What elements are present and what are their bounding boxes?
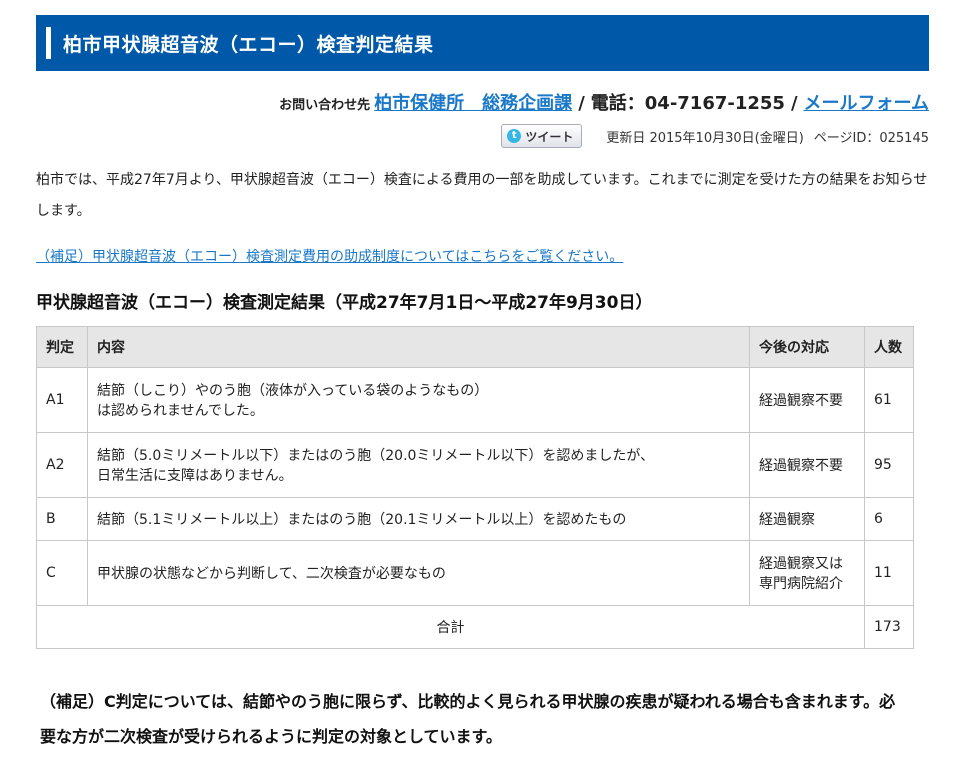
table-row: B 結節（5.1ミリメートル以上）またはのう胞（20.1ミリメートル以上）を認め… — [36, 497, 914, 541]
cell-response: 経過観察不要 — [749, 367, 865, 433]
cell-judgment: B — [36, 497, 88, 541]
page-meta: t ツイート 更新日 2015年10月30日(金曜日) ページID：025145 — [501, 122, 929, 150]
contact-separator: / — [578, 93, 585, 114]
cell-response: 経過観察不要 — [749, 432, 865, 498]
cell-content: 結節（5.1ミリメートル以上）またはのう胞（20.1ミリメートル以上）を認めたも… — [87, 497, 750, 541]
cell-judgment: C — [36, 540, 88, 606]
intro-text: 柏市では、平成27年7月より、甲状腺超音波（エコー）検査による費用の一部を助成し… — [36, 172, 928, 219]
col-content: 内容 — [87, 326, 750, 368]
contact-label: お問い合わせ先 — [279, 98, 371, 113]
updated-date: 更新日 2015年10月30日(金曜日) — [606, 130, 804, 146]
results-heading: 甲状腺超音波（エコー）検査測定結果（平成27年7月1日～平成27年9月30日） — [36, 293, 653, 313]
cell-count: 95 — [864, 432, 914, 498]
cell-content: 甲状腺の状態などから判断して、二次検査が必要なもの — [87, 540, 750, 606]
cell-judgment: A1 — [36, 367, 88, 433]
cell-judgment: A2 — [36, 432, 88, 498]
cell-count: 6 — [864, 497, 914, 541]
results-table: 判定 内容 今後の対応 人数 A1 結節（しこり）やのう胞（液体が入っている袋の… — [36, 326, 914, 649]
cell-count: 11 — [864, 540, 914, 606]
cell-count: 61 — [864, 367, 914, 433]
contact-tel: 電話：04-7167-1255 — [590, 93, 785, 114]
contact-separator-2: / — [790, 93, 798, 114]
page-id: ページID：025145 — [813, 130, 929, 146]
cell-content: 結節（5.0ミリメートル以下）またはのう胞（20.0ミリメートル以下）を認めまし… — [87, 432, 750, 498]
contact-info: お問い合わせ先 柏市保健所 総務企画課 / 電話：04-7167-1255 / … — [279, 89, 929, 117]
supplement-link[interactable]: （補足）甲状腺超音波（エコー）検査測定費用の助成制度についてはこちらをご覧くださ… — [36, 246, 623, 266]
table-row: C 甲状腺の状態などから判断して、二次検査が必要なもの 経過観察又は 専門病院紹介… — [36, 540, 914, 606]
twitter-bird-icon: t — [507, 129, 522, 143]
col-count: 人数 — [864, 326, 914, 368]
total-count: 173 — [864, 605, 914, 649]
mail-form-link[interactable]: メールフォーム — [804, 89, 929, 115]
page-title: 柏市甲状腺超音波（エコー）検査判定結果 — [63, 33, 434, 56]
cell-response: 経過観察又は 専門病院紹介 — [749, 540, 865, 606]
table-total-row: 合計 173 — [36, 605, 914, 649]
supplement-note: （補足）C判定については、結節やのう胞に限らず、比較的よく見られる甲状腺の疾患が… — [40, 692, 896, 746]
tweet-label: ツイート — [525, 129, 574, 144]
table-row: A2 結節（5.0ミリメートル以下）またはのう胞（20.0ミリメートル以下）を認… — [36, 432, 914, 498]
col-judgment: 判定 — [36, 326, 88, 368]
header-accent-bar — [46, 27, 51, 59]
table-row: A1 結節（しこり）やのう胞（液体が入っている袋のようなもの） は認められませんで… — [36, 367, 914, 433]
total-label: 合計 — [36, 605, 865, 649]
cell-response: 経過観察 — [749, 497, 865, 541]
page-header: 柏市甲状腺超音波（エコー）検査判定結果 — [36, 15, 929, 71]
cell-content: 結節（しこり）やのう胞（液体が入っている袋のようなもの） は認められませんでした。 — [87, 367, 750, 433]
table-header-row: 判定 内容 今後の対応 人数 — [36, 326, 914, 368]
dept-link[interactable]: 柏市保健所 総務企画課 — [374, 89, 572, 115]
tweet-button[interactable]: t ツイート — [501, 124, 583, 148]
col-response: 今後の対応 — [749, 326, 865, 368]
